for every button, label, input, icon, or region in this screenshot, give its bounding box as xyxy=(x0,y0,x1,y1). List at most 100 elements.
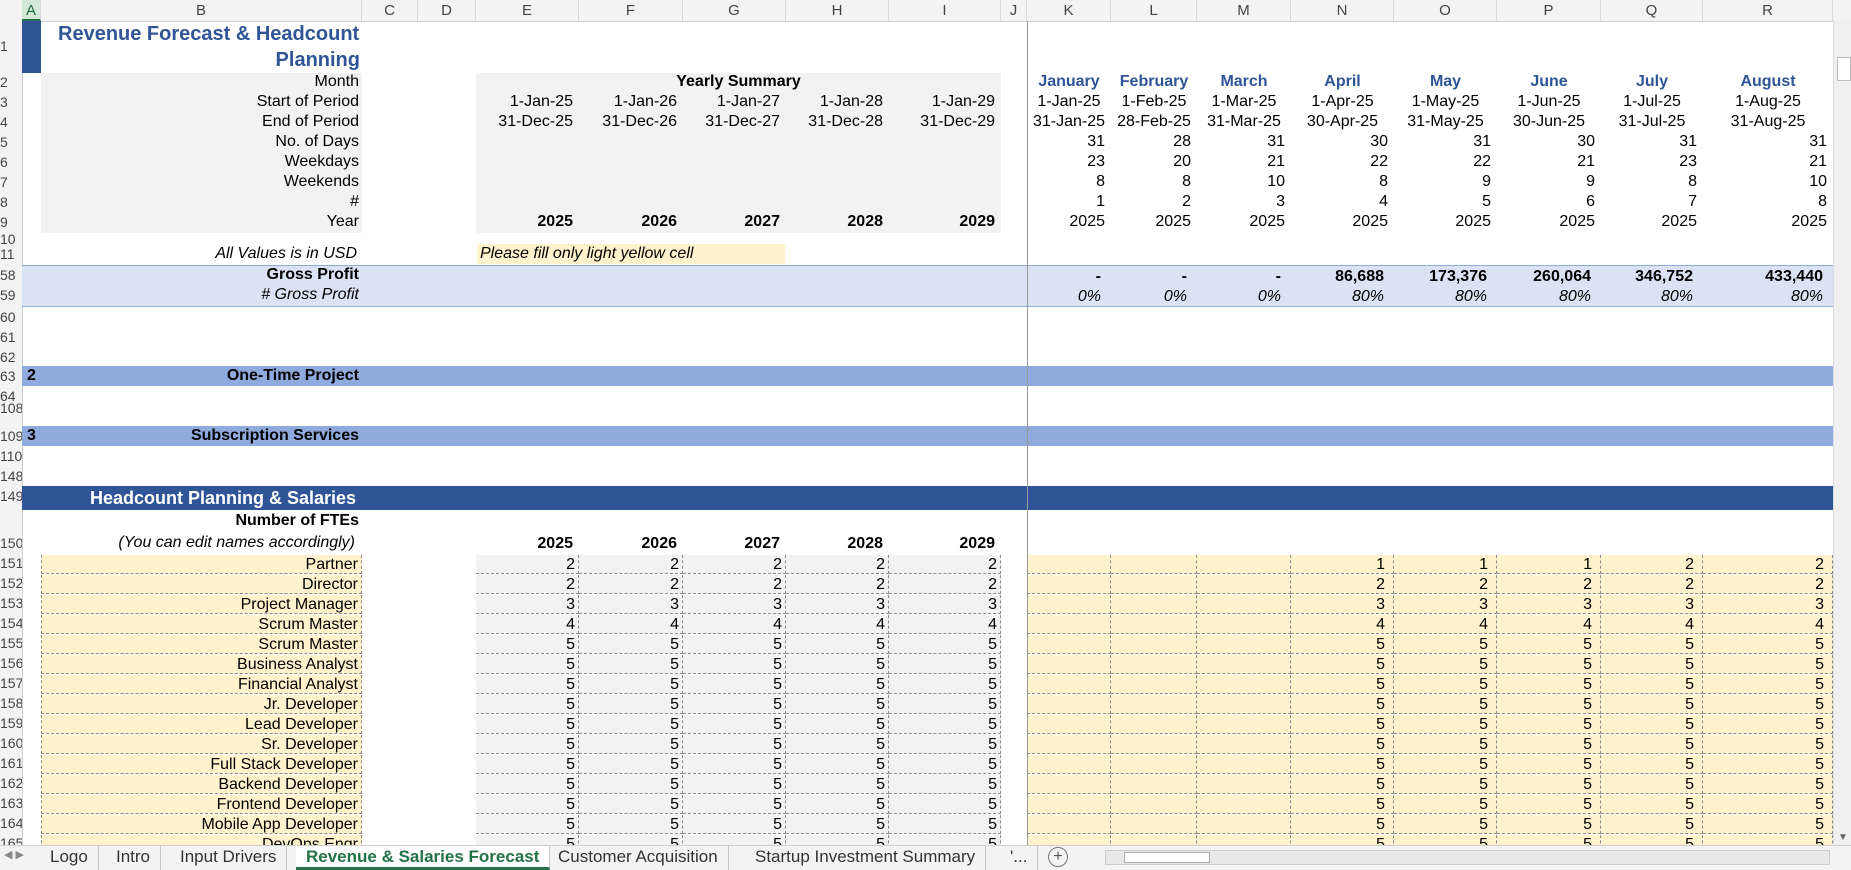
fte-monthly-input[interactable]: 5 xyxy=(1291,815,1394,834)
fte-monthly-input[interactable]: 4 xyxy=(1394,615,1497,634)
fte-monthly-input[interactable]: 4 xyxy=(1291,615,1394,634)
month-num-cell[interactable]: 8 xyxy=(1703,192,1827,212)
month-weekdays-cell[interactable]: 23 xyxy=(1601,152,1697,172)
gross-profit-cell[interactable]: 173,376 xyxy=(1394,267,1487,287)
fte-monthly-input[interactable]: 5 xyxy=(1703,695,1833,714)
month-year-cell[interactable]: 2025 xyxy=(1291,212,1388,232)
fte-yearly-cell[interactable]: 2 xyxy=(786,555,889,574)
fte-yearly-cell[interactable]: 5 xyxy=(786,775,889,794)
fte-monthly-input[interactable]: 4 xyxy=(1497,615,1601,634)
fte-yearly-cell[interactable]: 3 xyxy=(579,595,683,614)
fte-yearly-cell[interactable]: 5 xyxy=(476,735,579,754)
yearly-end-cell[interactable]: 31-Dec-28 xyxy=(786,112,883,132)
fte-yearly-cell[interactable]: 5 xyxy=(683,795,786,814)
row-header-148[interactable]: 148 xyxy=(0,466,22,486)
fte-yearly-cell[interactable]: 5 xyxy=(683,735,786,754)
yearly-end-cell[interactable]: 31-Dec-29 xyxy=(889,112,995,132)
month-year-cell[interactable]: 2025 xyxy=(1497,212,1595,232)
fte-monthly-input[interactable]: 5 xyxy=(1601,775,1703,794)
fte-yearly-cell[interactable]: 5 xyxy=(476,795,579,814)
horizontal-scroll-thumb[interactable] xyxy=(1124,852,1210,863)
fte-yearly-cell[interactable]: 5 xyxy=(889,835,1001,845)
fte-monthly-input[interactable]: 5 xyxy=(1703,835,1833,845)
gross-profit-cell[interactable]: 260,064 xyxy=(1497,267,1591,287)
month-days-cell[interactable]: 31 xyxy=(1197,132,1285,152)
fte-role-input[interactable]: DevOps Engr xyxy=(41,835,362,845)
row-header-151[interactable]: 151 xyxy=(0,553,22,573)
fte-monthly-input[interactable] xyxy=(1027,595,1111,614)
fte-monthly-input[interactable]: 5 xyxy=(1703,635,1833,654)
fte-monthly-input[interactable]: 5 xyxy=(1394,655,1497,674)
row-header-61[interactable]: 61 xyxy=(0,327,22,347)
row-header-8[interactable]: 8 xyxy=(0,192,22,212)
fte-monthly-input[interactable]: 5 xyxy=(1497,775,1601,794)
row-header-157[interactable]: 157 xyxy=(0,673,22,693)
fte-monthly-input[interactable]: 5 xyxy=(1601,755,1703,774)
yearly-start-cell[interactable]: 1-Jan-26 xyxy=(579,92,677,112)
fte-monthly-input[interactable] xyxy=(1197,595,1291,614)
month-num-cell[interactable]: 7 xyxy=(1601,192,1697,212)
fte-monthly-input[interactable]: 5 xyxy=(1291,675,1394,694)
gross-profit-cell[interactable]: - xyxy=(1197,267,1281,287)
gross-profit-cell[interactable]: 346,752 xyxy=(1601,267,1693,287)
month-name-cell[interactable]: August xyxy=(1703,72,1833,92)
fte-yearly-cell[interactable]: 2 xyxy=(476,555,579,574)
month-weekdays-cell[interactable]: 21 xyxy=(1497,152,1595,172)
month-name-cell[interactable]: April xyxy=(1291,72,1394,92)
fte-monthly-input[interactable] xyxy=(1111,715,1197,734)
row-header-165[interactable]: 165 xyxy=(0,833,22,845)
tab-nav-arrows-icon[interactable]: ◀ ▶ xyxy=(4,848,24,861)
row-header-6[interactable]: 6 xyxy=(0,152,22,172)
row-header-4[interactable]: 4 xyxy=(0,112,22,132)
fte-monthly-input[interactable]: 5 xyxy=(1394,675,1497,694)
row-header-11[interactable]: 11 xyxy=(0,244,22,264)
fte-yearly-cell[interactable]: 5 xyxy=(683,655,786,674)
fte-monthly-input[interactable] xyxy=(1111,775,1197,794)
month-name-cell[interactable]: May xyxy=(1394,72,1497,92)
yearly-year-cell[interactable]: 2026 xyxy=(579,212,677,232)
fte-yearly-cell[interactable]: 5 xyxy=(786,675,889,694)
fte-monthly-input[interactable]: 5 xyxy=(1601,695,1703,714)
month-end-cell[interactable]: 31-Aug-25 xyxy=(1703,112,1833,132)
month-end-cell[interactable]: 28-Feb-25 xyxy=(1111,112,1197,132)
fte-monthly-input[interactable] xyxy=(1027,615,1111,634)
fte-yearly-cell[interactable]: 5 xyxy=(889,635,1001,654)
fte-monthly-input[interactable] xyxy=(1027,655,1111,674)
fte-monthly-input[interactable] xyxy=(1197,815,1291,834)
fte-yearly-cell[interactable]: 5 xyxy=(889,695,1001,714)
column-header-m[interactable]: M xyxy=(1197,0,1291,21)
column-header-k[interactable]: K xyxy=(1027,0,1111,21)
fte-monthly-input[interactable]: 5 xyxy=(1601,795,1703,814)
fte-yearly-cell[interactable]: 5 xyxy=(476,635,579,654)
fte-yearly-cell[interactable]: 3 xyxy=(683,595,786,614)
fte-role-input[interactable]: Financial Analyst xyxy=(41,675,362,694)
sheet-tab[interactable]: Intro xyxy=(106,846,162,870)
month-end-cell[interactable]: 30-Jun-25 xyxy=(1497,112,1601,132)
fte-monthly-input[interactable] xyxy=(1197,655,1291,674)
gross-profit-pct-cell[interactable]: 0% xyxy=(1197,287,1281,307)
fte-monthly-input[interactable]: 2 xyxy=(1394,575,1497,594)
fte-monthly-input[interactable]: 2 xyxy=(1601,575,1703,594)
row-header-5[interactable]: 5 xyxy=(0,132,22,152)
row-header-60[interactable]: 60 xyxy=(0,307,22,327)
fte-monthly-input[interactable]: 5 xyxy=(1394,835,1497,845)
fte-yearly-cell[interactable]: 4 xyxy=(579,615,683,634)
column-header-n[interactable]: N xyxy=(1291,0,1394,21)
horizontal-scrollbar[interactable] xyxy=(1105,850,1830,865)
fte-monthly-input[interactable]: 5 xyxy=(1291,775,1394,794)
fte-monthly-input[interactable]: 5 xyxy=(1497,675,1601,694)
fte-monthly-input[interactable]: 5 xyxy=(1291,735,1394,754)
row-header-110[interactable]: 110 xyxy=(0,446,22,466)
fte-monthly-input[interactable]: 1 xyxy=(1497,555,1601,574)
row-header-1[interactable]: 1 xyxy=(0,36,22,56)
fte-monthly-input[interactable]: 5 xyxy=(1497,635,1601,654)
fte-monthly-input[interactable]: 5 xyxy=(1497,655,1601,674)
row-header-62[interactable]: 62 xyxy=(0,347,22,367)
month-num-cell[interactable]: 5 xyxy=(1394,192,1491,212)
fte-monthly-input[interactable] xyxy=(1197,575,1291,594)
yearly-end-cell[interactable]: 31-Dec-25 xyxy=(476,112,573,132)
fte-monthly-input[interactable]: 1 xyxy=(1291,555,1394,574)
month-end-cell[interactable]: 31-Jan-25 xyxy=(1027,112,1111,132)
fte-monthly-input[interactable]: 3 xyxy=(1291,595,1394,614)
month-weekdays-cell[interactable]: 20 xyxy=(1111,152,1191,172)
